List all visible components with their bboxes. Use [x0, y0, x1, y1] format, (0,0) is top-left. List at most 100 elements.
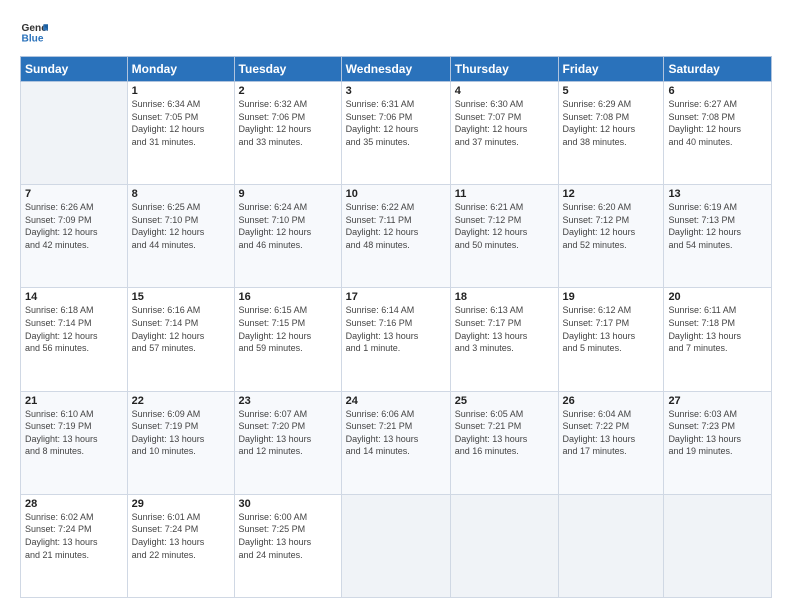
day-number: 9: [239, 188, 337, 200]
day-info: Sunrise: 6:15 AM Sunset: 7:15 PM Dayligh…: [239, 304, 337, 354]
day-number: 7: [25, 188, 123, 200]
day-info: Sunrise: 6:21 AM Sunset: 7:12 PM Dayligh…: [455, 201, 554, 251]
calendar-cell: 18Sunrise: 6:13 AM Sunset: 7:17 PM Dayli…: [450, 288, 558, 391]
day-info: Sunrise: 6:26 AM Sunset: 7:09 PM Dayligh…: [25, 201, 123, 251]
day-number: 30: [239, 498, 337, 510]
calendar-cell: 7Sunrise: 6:26 AM Sunset: 7:09 PM Daylig…: [21, 185, 128, 288]
calendar-cell: 28Sunrise: 6:02 AM Sunset: 7:24 PM Dayli…: [21, 494, 128, 597]
day-info: Sunrise: 6:31 AM Sunset: 7:06 PM Dayligh…: [346, 98, 446, 148]
calendar-cell: [664, 494, 772, 597]
day-info: Sunrise: 6:29 AM Sunset: 7:08 PM Dayligh…: [563, 98, 660, 148]
day-info: Sunrise: 6:30 AM Sunset: 7:07 PM Dayligh…: [455, 98, 554, 148]
day-info: Sunrise: 6:18 AM Sunset: 7:14 PM Dayligh…: [25, 304, 123, 354]
calendar-cell: 4Sunrise: 6:30 AM Sunset: 7:07 PM Daylig…: [450, 82, 558, 185]
day-number: 6: [668, 85, 767, 97]
day-info: Sunrise: 6:20 AM Sunset: 7:12 PM Dayligh…: [563, 201, 660, 251]
day-number: 4: [455, 85, 554, 97]
day-number: 28: [25, 498, 123, 510]
day-number: 29: [132, 498, 230, 510]
day-number: 8: [132, 188, 230, 200]
day-number: 5: [563, 85, 660, 97]
calendar-cell: [558, 494, 664, 597]
weekday-header-sunday: Sunday: [21, 57, 128, 82]
day-info: Sunrise: 6:19 AM Sunset: 7:13 PM Dayligh…: [668, 201, 767, 251]
day-number: 22: [132, 395, 230, 407]
day-number: 24: [346, 395, 446, 407]
day-info: Sunrise: 6:24 AM Sunset: 7:10 PM Dayligh…: [239, 201, 337, 251]
calendar-cell: 5Sunrise: 6:29 AM Sunset: 7:08 PM Daylig…: [558, 82, 664, 185]
day-info: Sunrise: 6:06 AM Sunset: 7:21 PM Dayligh…: [346, 408, 446, 458]
calendar-cell: 6Sunrise: 6:27 AM Sunset: 7:08 PM Daylig…: [664, 82, 772, 185]
day-number: 2: [239, 85, 337, 97]
calendar-cell: 15Sunrise: 6:16 AM Sunset: 7:14 PM Dayli…: [127, 288, 234, 391]
calendar-cell: 14Sunrise: 6:18 AM Sunset: 7:14 PM Dayli…: [21, 288, 128, 391]
day-info: Sunrise: 6:14 AM Sunset: 7:16 PM Dayligh…: [346, 304, 446, 354]
header: General Blue: [20, 18, 772, 46]
day-info: Sunrise: 6:11 AM Sunset: 7:18 PM Dayligh…: [668, 304, 767, 354]
day-info: Sunrise: 6:34 AM Sunset: 7:05 PM Dayligh…: [132, 98, 230, 148]
day-info: Sunrise: 6:09 AM Sunset: 7:19 PM Dayligh…: [132, 408, 230, 458]
day-number: 25: [455, 395, 554, 407]
calendar-cell: 1Sunrise: 6:34 AM Sunset: 7:05 PM Daylig…: [127, 82, 234, 185]
calendar-cell: 25Sunrise: 6:05 AM Sunset: 7:21 PM Dayli…: [450, 391, 558, 494]
logo: General Blue: [20, 18, 52, 46]
day-info: Sunrise: 6:03 AM Sunset: 7:23 PM Dayligh…: [668, 408, 767, 458]
calendar-table: SundayMondayTuesdayWednesdayThursdayFrid…: [20, 56, 772, 598]
calendar-cell: 22Sunrise: 6:09 AM Sunset: 7:19 PM Dayli…: [127, 391, 234, 494]
weekday-header-friday: Friday: [558, 57, 664, 82]
calendar-cell: 9Sunrise: 6:24 AM Sunset: 7:10 PM Daylig…: [234, 185, 341, 288]
day-info: Sunrise: 6:12 AM Sunset: 7:17 PM Dayligh…: [563, 304, 660, 354]
day-info: Sunrise: 6:04 AM Sunset: 7:22 PM Dayligh…: [563, 408, 660, 458]
day-number: 21: [25, 395, 123, 407]
day-number: 27: [668, 395, 767, 407]
day-info: Sunrise: 6:32 AM Sunset: 7:06 PM Dayligh…: [239, 98, 337, 148]
day-info: Sunrise: 6:00 AM Sunset: 7:25 PM Dayligh…: [239, 511, 337, 561]
day-number: 12: [563, 188, 660, 200]
day-number: 3: [346, 85, 446, 97]
calendar-cell: 2Sunrise: 6:32 AM Sunset: 7:06 PM Daylig…: [234, 82, 341, 185]
day-number: 15: [132, 291, 230, 303]
day-number: 13: [668, 188, 767, 200]
calendar-cell: [21, 82, 128, 185]
logo-icon: General Blue: [20, 18, 48, 46]
weekday-header-thursday: Thursday: [450, 57, 558, 82]
day-number: 1: [132, 85, 230, 97]
calendar-cell: 10Sunrise: 6:22 AM Sunset: 7:11 PM Dayli…: [341, 185, 450, 288]
weekday-header-tuesday: Tuesday: [234, 57, 341, 82]
calendar-cell: 11Sunrise: 6:21 AM Sunset: 7:12 PM Dayli…: [450, 185, 558, 288]
day-info: Sunrise: 6:25 AM Sunset: 7:10 PM Dayligh…: [132, 201, 230, 251]
calendar-cell: 16Sunrise: 6:15 AM Sunset: 7:15 PM Dayli…: [234, 288, 341, 391]
calendar-cell: 24Sunrise: 6:06 AM Sunset: 7:21 PM Dayli…: [341, 391, 450, 494]
day-number: 23: [239, 395, 337, 407]
day-number: 17: [346, 291, 446, 303]
day-info: Sunrise: 6:13 AM Sunset: 7:17 PM Dayligh…: [455, 304, 554, 354]
day-info: Sunrise: 6:01 AM Sunset: 7:24 PM Dayligh…: [132, 511, 230, 561]
calendar-cell: 19Sunrise: 6:12 AM Sunset: 7:17 PM Dayli…: [558, 288, 664, 391]
day-info: Sunrise: 6:27 AM Sunset: 7:08 PM Dayligh…: [668, 98, 767, 148]
calendar-cell: 3Sunrise: 6:31 AM Sunset: 7:06 PM Daylig…: [341, 82, 450, 185]
day-number: 18: [455, 291, 554, 303]
day-number: 11: [455, 188, 554, 200]
day-info: Sunrise: 6:22 AM Sunset: 7:11 PM Dayligh…: [346, 201, 446, 251]
calendar-cell: 23Sunrise: 6:07 AM Sunset: 7:20 PM Dayli…: [234, 391, 341, 494]
calendar-cell: 26Sunrise: 6:04 AM Sunset: 7:22 PM Dayli…: [558, 391, 664, 494]
calendar-cell: 21Sunrise: 6:10 AM Sunset: 7:19 PM Dayli…: [21, 391, 128, 494]
day-info: Sunrise: 6:10 AM Sunset: 7:19 PM Dayligh…: [25, 408, 123, 458]
day-info: Sunrise: 6:07 AM Sunset: 7:20 PM Dayligh…: [239, 408, 337, 458]
calendar-cell: 30Sunrise: 6:00 AM Sunset: 7:25 PM Dayli…: [234, 494, 341, 597]
calendar-cell: 13Sunrise: 6:19 AM Sunset: 7:13 PM Dayli…: [664, 185, 772, 288]
day-number: 20: [668, 291, 767, 303]
calendar-cell: 12Sunrise: 6:20 AM Sunset: 7:12 PM Dayli…: [558, 185, 664, 288]
calendar-cell: 8Sunrise: 6:25 AM Sunset: 7:10 PM Daylig…: [127, 185, 234, 288]
weekday-header-wednesday: Wednesday: [341, 57, 450, 82]
day-number: 10: [346, 188, 446, 200]
calendar-cell: 27Sunrise: 6:03 AM Sunset: 7:23 PM Dayli…: [664, 391, 772, 494]
day-number: 16: [239, 291, 337, 303]
day-info: Sunrise: 6:02 AM Sunset: 7:24 PM Dayligh…: [25, 511, 123, 561]
day-info: Sunrise: 6:05 AM Sunset: 7:21 PM Dayligh…: [455, 408, 554, 458]
weekday-header-saturday: Saturday: [664, 57, 772, 82]
calendar-cell: [341, 494, 450, 597]
calendar-cell: 20Sunrise: 6:11 AM Sunset: 7:18 PM Dayli…: [664, 288, 772, 391]
day-number: 26: [563, 395, 660, 407]
calendar-cell: 17Sunrise: 6:14 AM Sunset: 7:16 PM Dayli…: [341, 288, 450, 391]
